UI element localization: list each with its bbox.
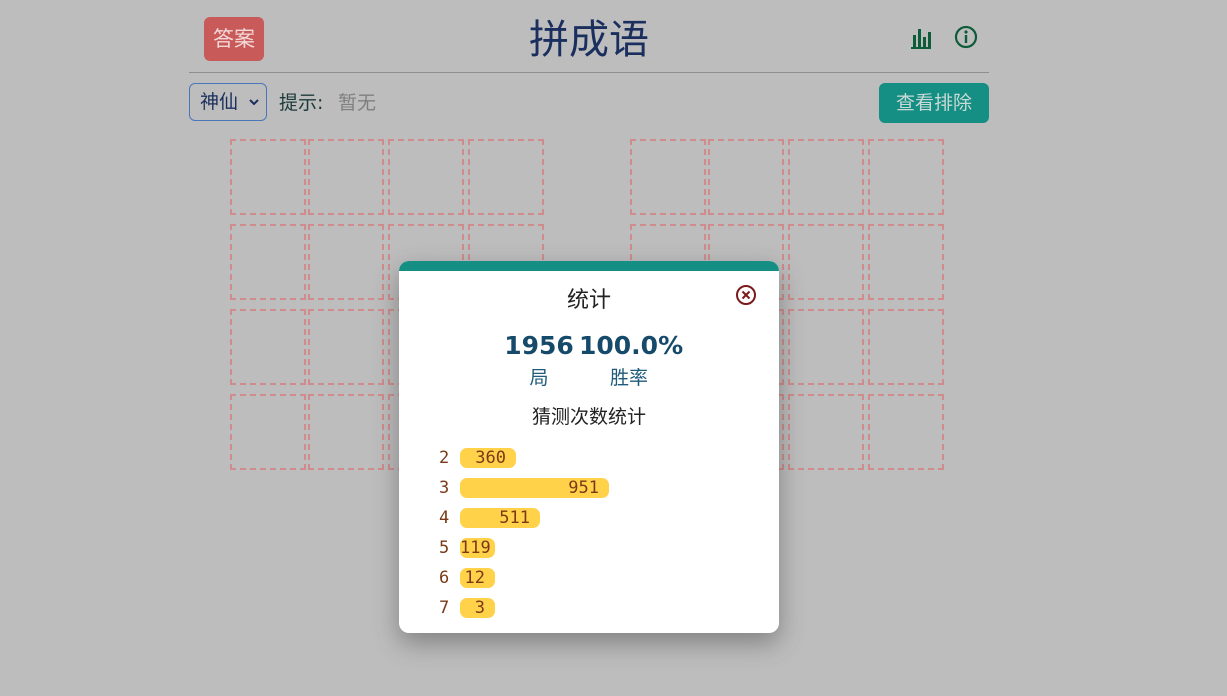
grid-cell[interactable]	[230, 139, 306, 215]
page-title: 拼成语	[529, 17, 649, 63]
hint-label: 提示:	[279, 92, 324, 114]
guess-count-label: 2	[439, 448, 450, 468]
grid-cell[interactable]	[868, 224, 944, 300]
games-played-value: 1956	[504, 331, 574, 360]
guess-distribution-title: 猜测次数统计	[531, 406, 646, 428]
grid-cell[interactable]	[868, 309, 944, 385]
distribution-bar: 951	[460, 478, 609, 498]
grid-cell[interactable]	[468, 139, 544, 215]
distribution-row: 2 360	[439, 448, 739, 468]
guess-count-label: 3	[439, 478, 450, 498]
grid-cell[interactable]	[788, 394, 864, 470]
category-select-value: 神仙	[200, 91, 239, 113]
modal-title: 统计	[566, 288, 611, 313]
close-circle-icon[interactable]	[735, 284, 757, 306]
distribution-row: 5 119	[439, 538, 739, 558]
grid-cell[interactable]	[630, 139, 706, 215]
header-divider	[189, 72, 989, 73]
distribution-bar: 3	[460, 598, 495, 618]
category-select[interactable]: 神仙	[189, 83, 267, 121]
game-page: 答案 拼成语 神仙 提示: 暂无 查看排除 统计 1956 100.0% 局 胜…	[0, 0, 1227, 696]
distribution-bar: 119	[460, 538, 495, 558]
distribution-row: 4 511	[439, 508, 739, 528]
distribution-bar: 360	[460, 448, 516, 468]
grid-cell[interactable]	[788, 309, 864, 385]
grid-cell[interactable]	[230, 394, 306, 470]
grid-cell[interactable]	[708, 139, 784, 215]
bar-chart-icon[interactable]	[908, 24, 934, 50]
modal-top-bar	[399, 261, 779, 271]
distribution-row: 6 12	[439, 568, 739, 588]
distribution-row: 73	[439, 598, 739, 618]
chevron-down-icon	[248, 84, 260, 120]
info-icon[interactable]	[953, 24, 979, 50]
guess-count-label: 5	[439, 538, 450, 558]
grid-cell[interactable]	[308, 394, 384, 470]
guess-count-label: 4	[439, 508, 450, 528]
grid-cell[interactable]	[308, 224, 384, 300]
grid-cell[interactable]	[388, 139, 464, 215]
hint-value: 暂无	[338, 92, 377, 114]
grid-cell[interactable]	[308, 139, 384, 215]
win-rate-value: 100.0%	[579, 331, 684, 360]
view-excluded-button[interactable]: 查看排除	[879, 83, 989, 123]
win-rate-label: 胜率	[609, 367, 648, 389]
grid-cell[interactable]	[230, 309, 306, 385]
guess-count-label: 7	[439, 598, 450, 618]
distribution-row: 3 951	[439, 478, 739, 498]
grid-cell[interactable]	[788, 224, 864, 300]
answer-button[interactable]: 答案	[204, 17, 264, 61]
grid-cell[interactable]	[868, 139, 944, 215]
grid-cell[interactable]	[788, 139, 864, 215]
distribution-bar: 511	[460, 508, 540, 528]
stats-modal: 统计 1956 100.0% 局 胜率 猜测次数统计 2 360 3 951 4 511 5…	[399, 261, 779, 633]
grid-cell[interactable]	[308, 309, 384, 385]
grid-cell[interactable]	[868, 394, 944, 470]
distribution-bar: 12	[460, 568, 495, 588]
games-played-label: 局	[529, 367, 549, 389]
guess-count-label: 6	[439, 568, 450, 588]
grid-cell[interactable]	[230, 224, 306, 300]
